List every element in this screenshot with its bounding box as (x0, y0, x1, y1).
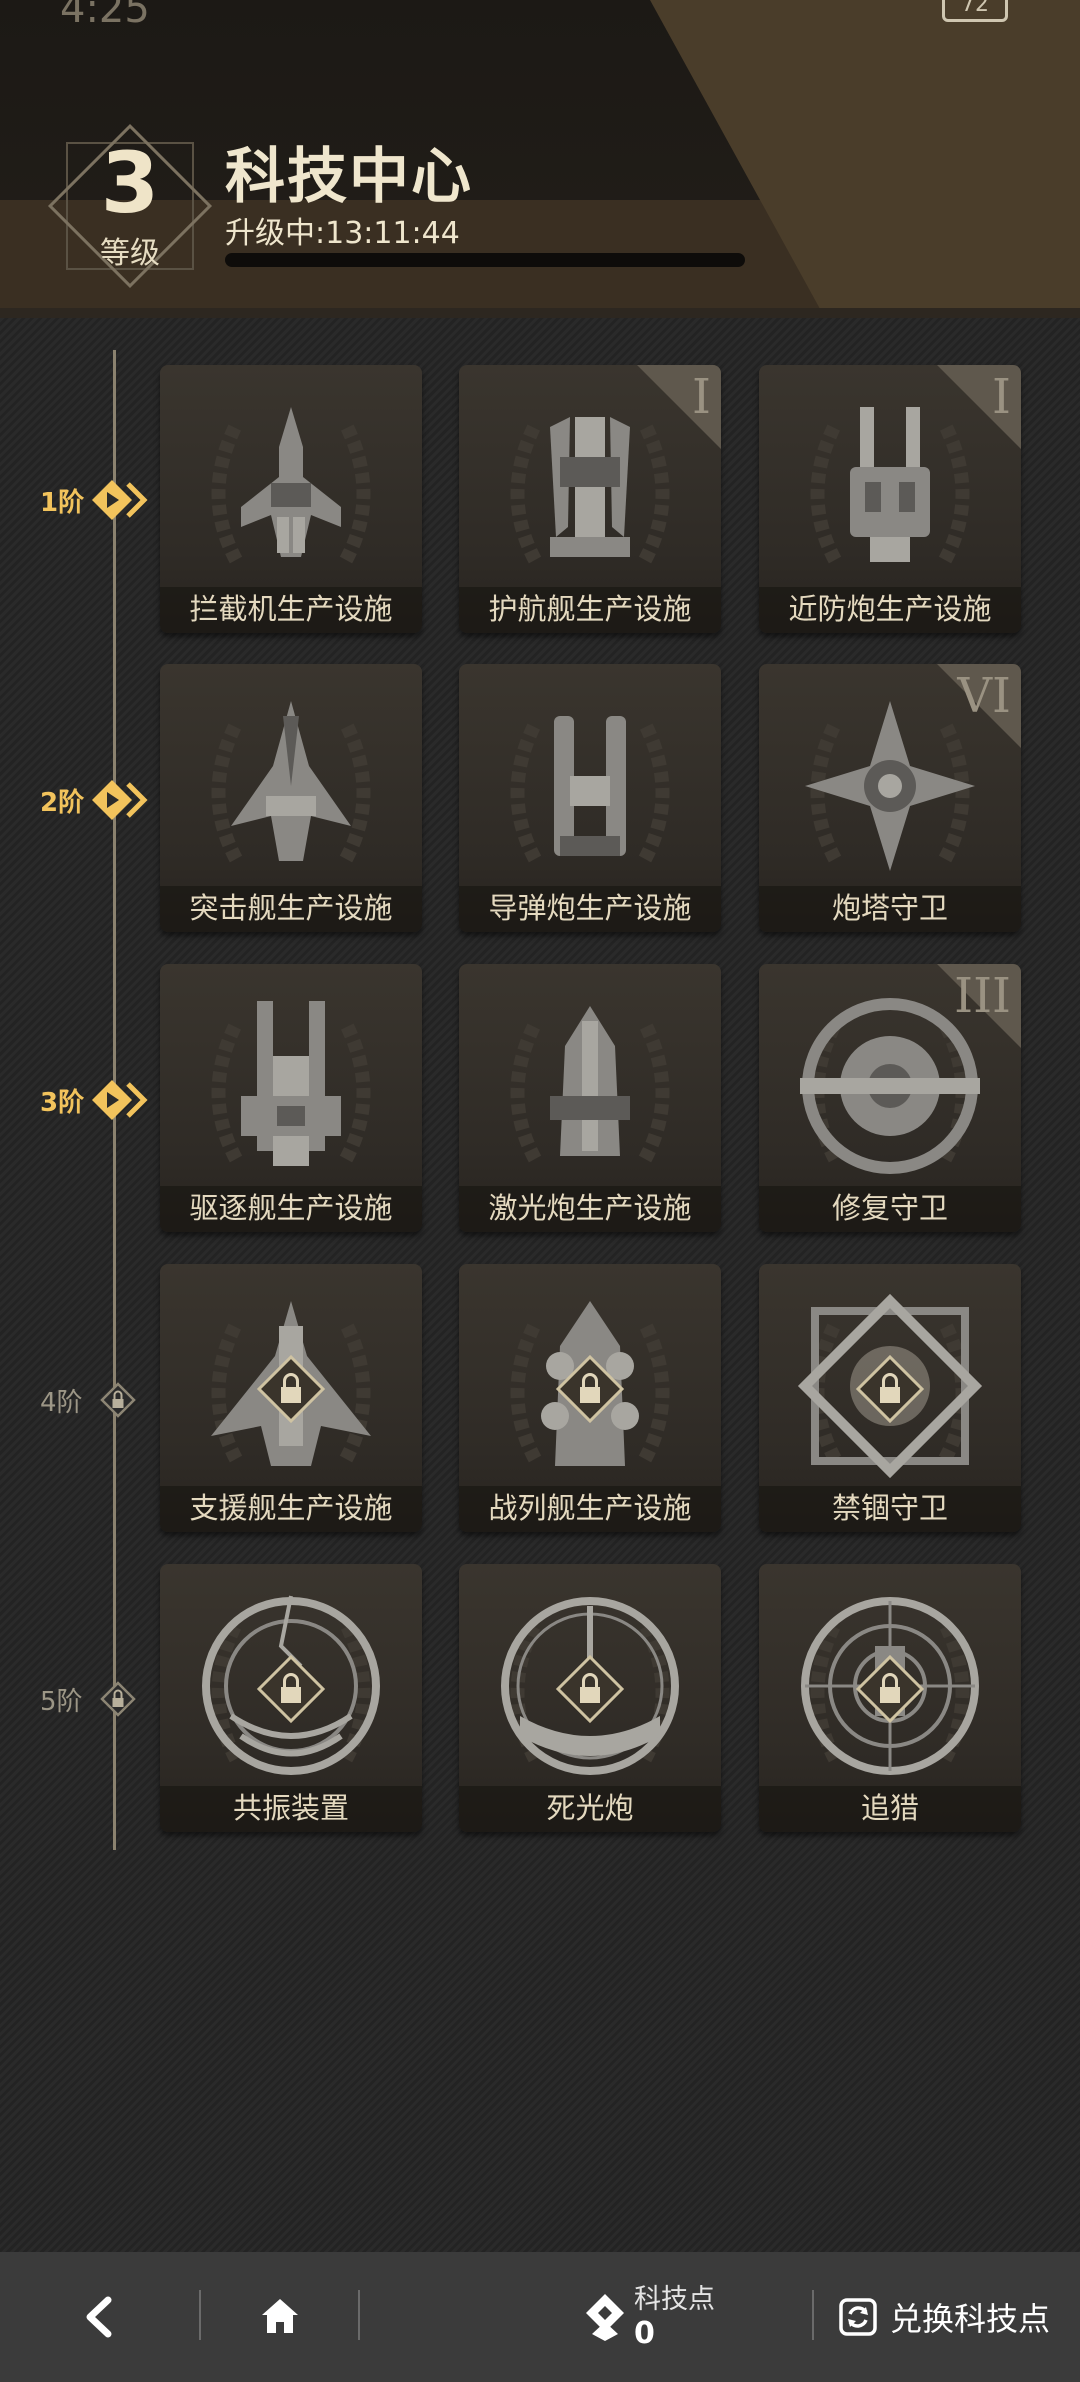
lock-icon (555, 1354, 625, 1424)
tech-card[interactable]: III 修复守卫 (759, 964, 1021, 1232)
header-divider (0, 308, 1080, 318)
back-button[interactable] (78, 2252, 118, 2382)
tier-label: 2阶 (40, 787, 85, 818)
rank-numeral: III (954, 968, 1011, 1024)
rank-numeral: VI (957, 668, 1011, 724)
tech-card-name: 近防炮生产设施 (759, 587, 1021, 633)
tech-card[interactable]: 追猎 (759, 1564, 1021, 1832)
tier-label: 4阶 (40, 1387, 83, 1418)
tier-marker-5: 5阶 (40, 1677, 148, 1721)
tech-card[interactable]: 突击舰生产设施 (160, 664, 422, 932)
lock-icon (256, 1354, 326, 1424)
tech-card-name: 修复守卫 (759, 1186, 1021, 1232)
tech-card[interactable]: 导弹炮生产设施 (459, 664, 721, 932)
tech-card-name: 拦截机生产设施 (160, 587, 422, 633)
tech-point-icon (586, 2294, 624, 2341)
exchange-tech-points-button[interactable]: 兑换科技点 (838, 2252, 1050, 2382)
tech-card[interactable]: I 护航舰生产设施 (459, 365, 721, 633)
exchange-label: 兑换科技点 (890, 2300, 1051, 2338)
tech-card[interactable]: 禁锢守卫 (759, 1264, 1021, 1532)
tier-label: 5阶 (40, 1686, 83, 1717)
lock-icon (555, 1654, 625, 1724)
home-icon (262, 2299, 298, 2333)
exchange-icon (839, 2298, 877, 2336)
level-badge: 3 等级 (42, 118, 218, 294)
tech-card-name: 驱逐舰生产设施 (160, 1186, 422, 1232)
tier-locked-icon (100, 1382, 136, 1418)
lock-icon (855, 1654, 925, 1724)
tech-card[interactable]: 激光炮生产设施 (459, 964, 721, 1232)
lock-icon (256, 1654, 326, 1724)
assault-ship-icon (231, 701, 351, 861)
tech-card[interactable]: 共振装置 (160, 1564, 422, 1832)
tech-card-name: 共振装置 (160, 1786, 422, 1832)
tech-card-name: 支援舰生产设施 (160, 1486, 422, 1532)
tech-card-name: 炮塔守卫 (759, 886, 1021, 932)
battery-icon: 72 (942, 0, 1008, 22)
back-icon (86, 2296, 112, 2338)
tech-card[interactable]: I 近防炮生产设施 (759, 365, 1021, 633)
tier-marker-2: 2阶 (40, 778, 148, 822)
tier-marker-1: 1阶 (40, 478, 148, 522)
tech-card-name: 突击舰生产设施 (160, 886, 422, 932)
tier-label: 3阶 (40, 1087, 85, 1118)
tech-card[interactable]: 驱逐舰生产设施 (160, 964, 422, 1232)
tier-active-icon (92, 1080, 148, 1120)
status-time: 4:25 (60, 0, 150, 32)
tier-locked-icon (100, 1681, 136, 1717)
rank-badge: VI (937, 664, 1021, 748)
tech-card[interactable]: 支援舰生产设施 (160, 1264, 422, 1532)
bottom-bar: 科技点 0 兑换科技点 (0, 2252, 1080, 2382)
bar-divider (358, 2290, 360, 2340)
tech-card[interactable]: 战列舰生产设施 (459, 1264, 721, 1532)
tech-card-name: 导弹炮生产设施 (459, 886, 721, 932)
tier-marker-3: 3阶 (40, 1078, 148, 1122)
tech-card[interactable]: VI 炮塔守卫 (759, 664, 1021, 932)
tier-active-icon (92, 480, 148, 520)
tier-active-icon (92, 780, 148, 820)
upgrade-progress-bar (225, 253, 745, 267)
rank-badge: I (937, 365, 1021, 449)
rank-badge: III (937, 964, 1021, 1048)
tech-card-name: 死光炮 (459, 1786, 721, 1832)
tech-card-name: 追猎 (759, 1786, 1021, 1832)
tech-points-value: 0 (634, 2316, 655, 2351)
destroyer-ship-icon (241, 1001, 341, 1166)
bar-divider (199, 2290, 201, 2340)
header: 4:25 72 3 等级 科技中心 升级中:13:11:44 (0, 0, 1080, 318)
page-title: 科技中心 (225, 142, 473, 212)
tech-card-name: 战列舰生产设施 (459, 1486, 721, 1532)
lock-icon (855, 1354, 925, 1424)
level-value: 3 (100, 134, 160, 232)
tech-points-label: 科技点 (634, 2284, 715, 2315)
tech-card-name: 护航舰生产设施 (459, 587, 721, 633)
upgrade-status: 升级中:13:11:44 (225, 216, 460, 251)
laser-ship-icon (550, 1006, 630, 1156)
home-button[interactable] (258, 2252, 302, 2382)
level-label: 等级 (100, 236, 160, 271)
rank-numeral: I (692, 369, 711, 425)
rank-badge: I (637, 365, 721, 449)
tech-card-name: 激光炮生产设施 (459, 1186, 721, 1232)
tech-card[interactable]: 拦截机生产设施 (160, 365, 422, 633)
tier-marker-4: 4阶 (40, 1378, 148, 1422)
tech-card[interactable]: 死光炮 (459, 1564, 721, 1832)
rank-numeral: I (992, 369, 1011, 425)
tech-card-name: 禁锢守卫 (759, 1486, 1021, 1532)
missile-ship-icon (554, 716, 626, 856)
bar-divider (812, 2290, 814, 2340)
tier-label: 1阶 (40, 487, 85, 518)
interceptor-ship-icon (241, 407, 341, 557)
tech-points-display: 科技点 0 (584, 2252, 715, 2382)
